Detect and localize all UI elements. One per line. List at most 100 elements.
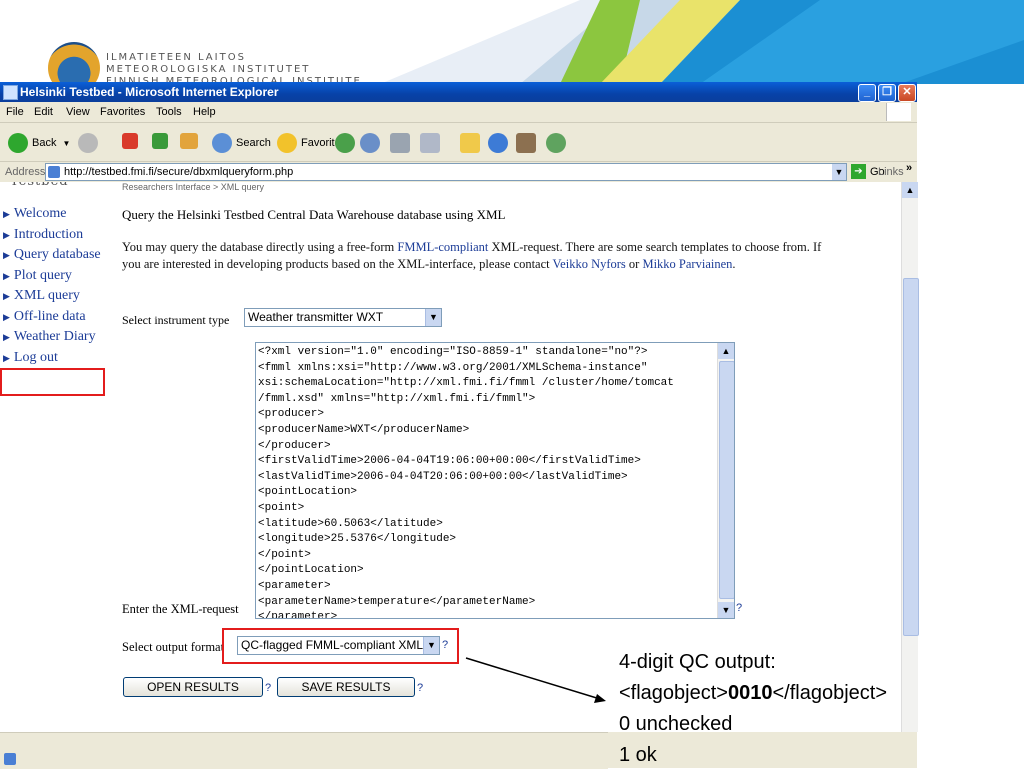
open-help-link[interactable]: ? — [265, 682, 271, 694]
research-button[interactable] — [516, 133, 540, 153]
home-button[interactable] — [180, 133, 202, 149]
nav-weather-diary[interactable]: ▶ Weather Diary — [3, 329, 101, 350]
chevron-down-icon[interactable]: ▼ — [832, 164, 846, 180]
fmml-link[interactable]: FMML-compliant — [397, 240, 488, 254]
go-arrow-icon: ➔ — [851, 164, 866, 179]
address-input[interactable]: http://testbed.fmi.fi/secure/dbxmlqueryf… — [45, 163, 847, 181]
nav-label: Introduction — [13, 226, 84, 242]
history-button[interactable] — [335, 133, 359, 153]
page-scrollbar[interactable]: ▲ — [901, 182, 919, 732]
menu-help[interactable]: Help — [193, 106, 216, 118]
side-nav: ▶ Welcome ▶ Introduction ▶ Query database ▶… — [3, 206, 101, 370]
intro-text: You may query the database directly usin… — [122, 240, 398, 254]
output-format-highlight-box — [222, 628, 459, 664]
menu-edit[interactable]: Edit — [34, 106, 53, 118]
folder-button[interactable] — [460, 133, 484, 153]
stop-button[interactable] — [122, 133, 142, 149]
save-help-link[interactable]: ? — [417, 682, 423, 694]
back-label: Back — [32, 137, 57, 149]
menu-favorites[interactable]: Favorites — [100, 106, 145, 118]
xml-request-textarea[interactable]: <?xml version="1.0" encoding="ISO-8859-1… — [255, 342, 735, 619]
intro-paragraph: You may query the database directly usin… — [122, 239, 832, 273]
chevron-right-icon[interactable]: » — [906, 162, 912, 174]
nav-label: Weather Diary — [13, 329, 96, 344]
scroll-down-icon[interactable]: ▼ — [718, 602, 734, 618]
folder-icon — [460, 133, 480, 153]
flag-value: 0010 — [727, 682, 773, 704]
nav-introduction[interactable]: ▶ Introduction — [3, 227, 101, 248]
nav-welcome[interactable]: ▶ Welcome — [3, 206, 101, 227]
messenger-button[interactable] — [488, 133, 512, 153]
chevron-down-icon[interactable]: ▼ — [425, 309, 441, 326]
xml-request-text: <?xml version="1.0" encoding="ISO-8859-1… — [258, 346, 674, 619]
ie-page-icon — [3, 85, 18, 100]
nav-label: Plot query — [13, 267, 72, 283]
scroll-thumb[interactable] — [903, 278, 919, 636]
open-results-button[interactable]: OPEN RESULTS — [123, 677, 263, 697]
links-label[interactable]: Links — [878, 166, 904, 178]
nav-log-out[interactable]: ▶ Log out — [3, 350, 101, 371]
forward-button[interactable] — [78, 133, 102, 153]
triangle-right-icon: ▶ — [3, 291, 10, 301]
triangle-right-icon: ▶ — [3, 229, 10, 240]
annotation-line: 0 unchecked — [619, 713, 733, 735]
save-results-button[interactable]: SAVE RESULTS — [277, 677, 415, 697]
home-icon — [180, 133, 198, 149]
address-label: Address — [5, 166, 46, 178]
instrument-select[interactable]: Weather transmitter WXT ▼ — [244, 308, 442, 327]
search-label: Search — [236, 137, 271, 149]
annotation-line: 4-digit QC output: — [619, 651, 776, 673]
window-title: Helsinki Testbed - Microsoft Internet Ex… — [20, 85, 279, 99]
edit-button[interactable] — [420, 133, 444, 153]
star-icon — [277, 133, 297, 153]
menu-file[interactable]: File — [6, 106, 24, 118]
minimize-button[interactable]: _ — [858, 84, 876, 102]
search-button[interactable]: Search — [212, 133, 271, 153]
menu-bar: File Edit View Favorites Tools Help — [0, 102, 917, 123]
status-bar — [0, 732, 608, 769]
mail-button[interactable] — [360, 133, 384, 153]
back-button[interactable]: Back ▼ — [8, 133, 70, 153]
print-icon — [390, 133, 410, 153]
stop-icon — [122, 133, 138, 149]
intro-text: or — [625, 257, 643, 271]
triangle-right-icon: ▶ — [3, 311, 10, 322]
nav-query-database[interactable]: ▶ Query database — [3, 247, 101, 268]
title-bar: Helsinki Testbed - Microsoft Internet Ex… — [0, 82, 917, 102]
breadcrumb: Researchers Interface > XML query — [122, 182, 264, 192]
nav-offline-data[interactable]: ▶ Off-line data — [3, 309, 101, 330]
scroll-up-icon[interactable]: ▲ — [902, 182, 918, 198]
nav-xml-query[interactable]: ▶ XML query — [3, 288, 101, 309]
intro-text: . — [732, 257, 736, 271]
triangle-right-icon: ▶ — [3, 250, 10, 260]
address-url: http://testbed.fmi.fi/secure/dbxmlqueryf… — [64, 166, 294, 178]
contact-link-nyfors[interactable]: Veikko Nyfors — [553, 257, 626, 271]
print-button[interactable] — [390, 133, 414, 153]
page-status-icon — [4, 753, 16, 765]
toolbar: Back ▼ Search Favorites — [0, 123, 917, 162]
globe-icon — [488, 133, 508, 153]
maximize-button[interactable]: ❐ — [878, 84, 896, 102]
contact-link-parviainen[interactable]: Mikko Parviainen — [642, 257, 732, 271]
nav-label: Off-line data — [13, 308, 86, 324]
textarea-scrollbar[interactable]: ▲ ▼ — [717, 343, 734, 618]
history-icon — [335, 133, 355, 153]
flag-close-tag: </flagobject> — [772, 682, 888, 704]
nav-plot-query[interactable]: ▶ Plot query — [3, 268, 101, 289]
qc-annotation: 4-digit QC output: <flagobject>0010</fla… — [619, 647, 887, 771]
refresh-button[interactable] — [152, 133, 172, 149]
scroll-thumb[interactable] — [719, 361, 734, 599]
close-button[interactable]: ✕ — [898, 84, 916, 102]
annotation-line: <flagobject>0010</flagobject> — [619, 678, 887, 709]
xml-request-label: Enter the XML-request — [122, 602, 239, 616]
org-name-fi: ILMATIETEEN LAITOS — [106, 52, 246, 63]
page-title: Query the Helsinki Testbed Central Data … — [122, 207, 506, 222]
dropdown-arrow-icon: ▼ — [62, 138, 71, 148]
scroll-up-icon[interactable]: ▲ — [718, 343, 734, 359]
windows-logo-icon — [886, 103, 911, 121]
menu-tools[interactable]: Tools — [156, 106, 182, 118]
xml-help-link[interactable]: ? — [736, 602, 742, 614]
menu-view[interactable]: View — [66, 106, 90, 118]
users-button[interactable] — [546, 133, 570, 153]
triangle-right-icon: ▶ — [3, 332, 10, 342]
